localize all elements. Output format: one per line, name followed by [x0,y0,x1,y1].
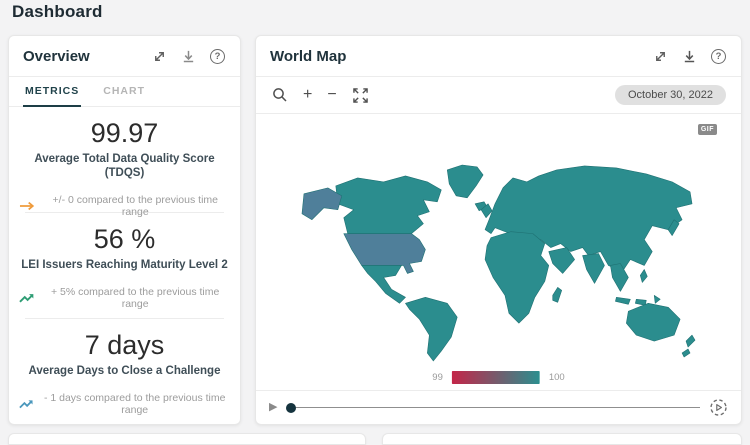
country-alaska [301,188,341,220]
metric-value: 99.97 [19,119,230,149]
tab-metrics[interactable]: METRICS [23,77,81,107]
flat-trend-icon [19,201,35,211]
world-map-card-header: World Map ? [256,36,741,76]
timeline-slider[interactable] [286,402,700,414]
map-legend: 99 100 [432,371,564,384]
download-icon[interactable] [180,48,197,65]
gif-export-icon[interactable]: GIF [698,124,717,135]
legend-max-label: 100 [549,372,565,383]
slider-track[interactable] [290,407,700,409]
metric-trend-text: + 5% compared to the previous time range [40,286,230,310]
world-map[interactable] [300,158,698,365]
overview-tabs: METRICS CHART [9,76,240,107]
partial-card-bottom-right [382,433,742,445]
expand-icon[interactable] [151,48,168,65]
zoom-in-icon[interactable]: + [303,87,312,103]
metric-tdqs: 99.97 Average Total Data Quality Score (… [9,107,240,206]
metric-trend-text: - 1 days compared to the previous time r… [39,392,230,416]
help-icon[interactable]: ? [209,48,226,65]
map-toolbar: + − October 30, 2022 [256,76,741,114]
metric-trend: - 1 days compared to the previous time r… [19,392,230,416]
timeline-player: ▶ [256,390,741,424]
metric-value: 56 % [19,225,230,255]
world-map-card: World Map ? + − [255,35,742,425]
partial-card-bottom-left [8,433,366,445]
metric-trend: + 5% compared to the previous time range [19,286,230,310]
world-landmasses [301,165,694,361]
replay-icon[interactable] [709,398,728,417]
page-title: Dashboard [12,2,103,22]
help-icon[interactable]: ? [710,48,727,65]
search-zoom-icon[interactable] [271,87,288,104]
overview-card: Overview ? METRICS CHART 99.97 Average T… [8,35,241,425]
expand-icon[interactable] [652,48,669,65]
download-icon[interactable] [681,48,698,65]
play-icon[interactable]: ▶ [269,402,277,413]
slider-handle[interactable] [286,403,296,413]
metric-label: Average Total Data Quality Score (TDQS) [19,152,230,181]
metric-label: LEI Issuers Reaching Maturity Level 2 [19,258,230,272]
map-area[interactable]: GIF [256,114,741,390]
up-trend-icon [19,398,33,410]
metric-maturity: 56 % LEI Issuers Reaching Maturity Level… [9,213,240,312]
metric-challenge-days: 7 days Average Days to Close a Challenge… [9,319,240,418]
world-map-card-title: World Map [270,48,640,65]
metric-value: 7 days [19,331,230,361]
overview-card-header: Overview ? [9,36,240,76]
help-icon-glyph: ? [210,49,225,64]
zoom-out-icon[interactable]: − [327,87,336,103]
help-icon-glyph: ? [711,49,726,64]
date-selector[interactable]: October 30, 2022 [615,85,726,105]
metric-trend: +/- 0 compared to the previous time rang… [19,194,230,218]
up-trend-icon [19,292,34,304]
metric-trend-text: +/- 0 compared to the previous time rang… [41,194,230,218]
tab-chart[interactable]: CHART [101,77,147,107]
legend-min-label: 99 [432,372,443,383]
overview-card-title: Overview [23,48,139,65]
fullscreen-icon[interactable] [352,87,369,104]
legend-gradient-bar [452,371,540,384]
metric-label: Average Days to Close a Challenge [19,364,230,378]
